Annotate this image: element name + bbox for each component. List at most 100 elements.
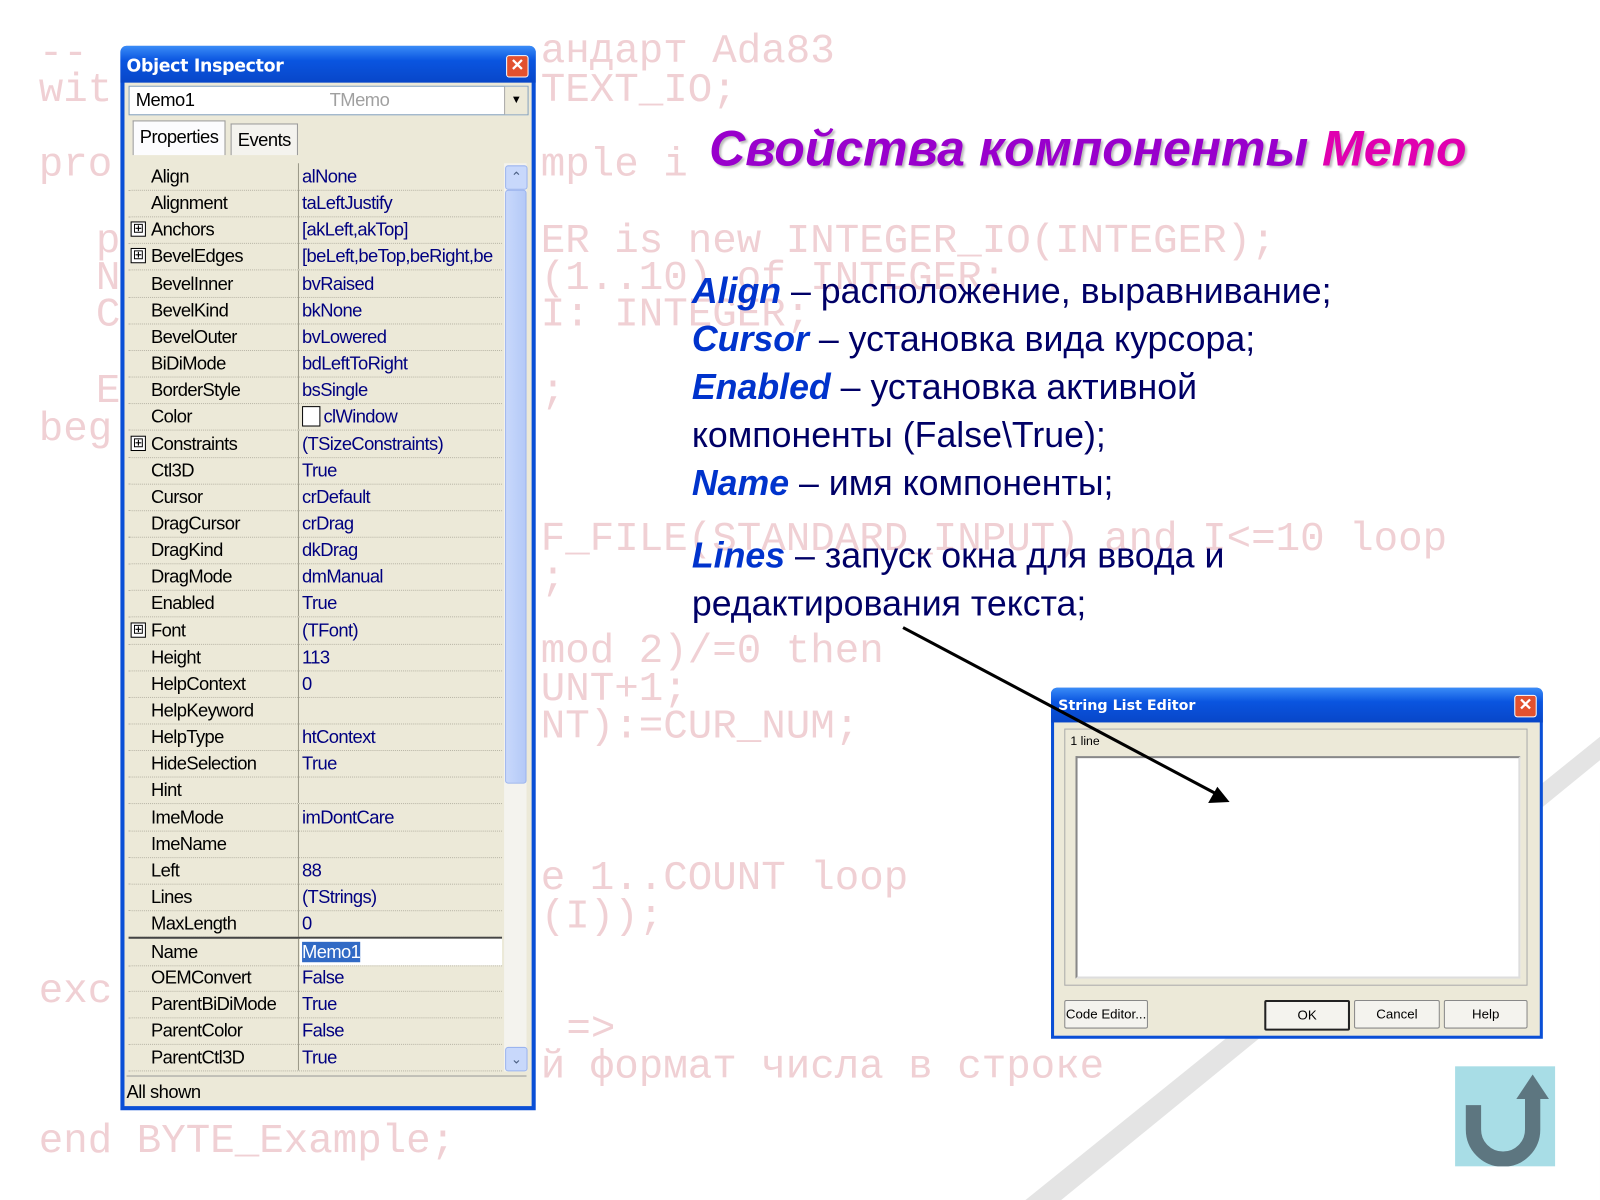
property-row[interactable]: DragKind dkDrag: [128, 536, 503, 565]
property-value[interactable]: True: [302, 457, 502, 484]
property-value[interactable]: False: [302, 1017, 502, 1044]
property-name: HelpType: [151, 726, 224, 748]
property-name: BevelInner: [151, 273, 233, 294]
property-value[interactable]: (TFont): [302, 617, 502, 644]
property-name: DragMode: [151, 566, 232, 587]
expand-icon[interactable]: ⊞: [130, 622, 146, 638]
property-row[interactable]: BiDiMode bdLeftToRight: [128, 350, 503, 378]
property-row[interactable]: ParentBiDiMode True: [128, 990, 503, 1018]
property-value[interactable]: crDefault: [302, 483, 502, 510]
ok-button[interactable]: OK: [1264, 999, 1350, 1031]
property-value[interactable]: True: [302, 990, 502, 1017]
property-row[interactable]: HelpType htContext: [128, 723, 503, 752]
property-row[interactable]: Cursor crDefault: [128, 483, 503, 512]
property-row[interactable]: BevelKind bkNone: [128, 296, 503, 325]
property-row[interactable]: ⊞ BevelEdges [beLeft,beTop,beRight,be: [128, 243, 503, 271]
return-button[interactable]: [1455, 1066, 1556, 1167]
property-value[interactable]: bvRaised: [302, 270, 502, 297]
property-row[interactable]: Hint: [128, 776, 503, 805]
property-row[interactable]: HelpContext 0: [128, 670, 503, 698]
value-text: clWindow: [323, 406, 398, 427]
property-row[interactable]: ⊞ Font (TFont): [128, 616, 503, 645]
property-value[interactable]: alNone: [302, 163, 502, 190]
scroll-thumb[interactable]: [505, 189, 527, 784]
property-value[interactable]: [beLeft,beTop,beRight,be: [302, 243, 502, 270]
expand-icon[interactable]: ⊞: [130, 222, 146, 238]
chevron-down-icon[interactable]: ▼: [504, 86, 528, 115]
property-row[interactable]: DragMode dmManual: [128, 563, 503, 592]
text-editor-area[interactable]: [1075, 756, 1521, 979]
close-icon[interactable]: ✕: [506, 55, 529, 78]
value-text: 88: [302, 860, 322, 881]
property-row[interactable]: BorderStyle bsSingle: [128, 376, 503, 405]
property-value[interactable]: (TStrings): [302, 884, 502, 911]
property-row[interactable]: ImeName: [128, 830, 503, 858]
property-value[interactable]: 113: [302, 644, 502, 671]
property-row[interactable]: Lines (TStrings): [128, 883, 503, 912]
property-value[interactable]: bdLeftToRight: [302, 350, 502, 377]
property-row[interactable]: ParentCtl3D True: [128, 1043, 503, 1072]
property-row[interactable]: DragCursor crDrag: [128, 510, 503, 538]
property-value[interactable]: True: [302, 750, 502, 777]
property-value[interactable]: bvLowered: [302, 323, 502, 350]
property-value[interactable]: 0: [302, 670, 502, 697]
property-value[interactable]: [akLeft,akTop]: [302, 217, 502, 244]
property-row[interactable]: ⊞ Constraints (TSizeConstraints): [128, 430, 503, 458]
scroll-up-icon[interactable]: ⌃: [505, 165, 528, 190]
property-row[interactable]: ParentColor False: [128, 1017, 503, 1045]
vertical-scrollbar[interactable]: ⌃ ⌄: [504, 163, 528, 1072]
property-value[interactable]: True: [302, 590, 502, 617]
tab-events[interactable]: Events: [230, 123, 298, 156]
value-text: bsSingle: [302, 379, 368, 401]
description-text: компоненты (False\True);: [691, 415, 1106, 456]
property-row[interactable]: Ctl3D True: [128, 456, 503, 485]
property-row[interactable]: BevelInner bvRaised: [128, 269, 503, 298]
property-value[interactable]: dkDrag: [302, 537, 502, 564]
help-button[interactable]: Help: [1443, 999, 1528, 1029]
property-value[interactable]: 0: [302, 910, 502, 937]
property-value[interactable]: htContext: [302, 724, 502, 751]
property-name: BevelOuter: [151, 326, 237, 347]
property-row[interactable]: OEMConvert False: [128, 963, 503, 992]
cancel-button[interactable]: Cancel: [1354, 999, 1440, 1029]
property-row[interactable]: Left 88: [128, 857, 503, 885]
property-value[interactable]: clWindow: [302, 403, 502, 430]
property-row[interactable]: ImeMode imDontCare: [128, 803, 503, 832]
property-row[interactable]: MaxLength 0: [128, 910, 503, 938]
property-value[interactable]: (TSizeConstraints): [302, 430, 502, 457]
property-row[interactable]: Alignment taLeftJustify: [128, 189, 503, 218]
property-name: Cursor: [151, 486, 203, 507]
property-value[interactable]: Memo1: [302, 939, 502, 966]
object-selector[interactable]: Memo1 TMemo ▼: [128, 85, 529, 116]
property-value[interactable]: 88: [302, 857, 502, 884]
property-value[interactable]: taLeftJustify: [302, 190, 502, 217]
property-row[interactable]: HelpKeyword: [128, 696, 503, 725]
property-row[interactable]: Color clWindow: [128, 403, 503, 431]
value-text: taLeftJustify: [302, 192, 393, 214]
value-text: (TFont): [302, 619, 359, 641]
property-row[interactable]: ⊞ Anchors [akLeft,akTop]: [128, 216, 503, 245]
expand-icon[interactable]: ⊞: [130, 248, 146, 264]
selected-type: TMemo: [329, 89, 390, 111]
property-row[interactable]: HideSelection True: [128, 750, 503, 778]
window-title: String List Editor: [1051, 687, 1543, 723]
property-value[interactable]: imDontCare: [302, 804, 502, 831]
property-row[interactable]: BevelOuter bvLowered: [128, 323, 503, 351]
property-value[interactable]: True: [302, 1044, 502, 1071]
property-value[interactable]: False: [302, 964, 502, 991]
scroll-down-icon[interactable]: ⌄: [505, 1046, 528, 1072]
description-line: редактирования текста;: [692, 584, 1087, 625]
property-value[interactable]: bsSingle: [302, 377, 502, 404]
tab-properties[interactable]: Properties: [132, 120, 226, 156]
expand-icon[interactable]: ⊞: [130, 435, 146, 451]
property-row[interactable]: Enabled True: [128, 590, 503, 618]
property-row[interactable]: Align alNone: [128, 163, 503, 191]
description-text: – запуск окна для ввода и: [785, 535, 1225, 576]
property-value[interactable]: dmManual: [302, 564, 502, 591]
code-editor-button[interactable]: Code Editor...: [1064, 999, 1148, 1029]
property-row[interactable]: Height 113: [128, 643, 503, 672]
property-row[interactable]: Name Memo1: [128, 937, 503, 967]
property-value[interactable]: bkNone: [302, 297, 502, 324]
close-icon[interactable]: ✕: [1514, 694, 1537, 718]
property-value[interactable]: crDrag: [302, 510, 502, 537]
